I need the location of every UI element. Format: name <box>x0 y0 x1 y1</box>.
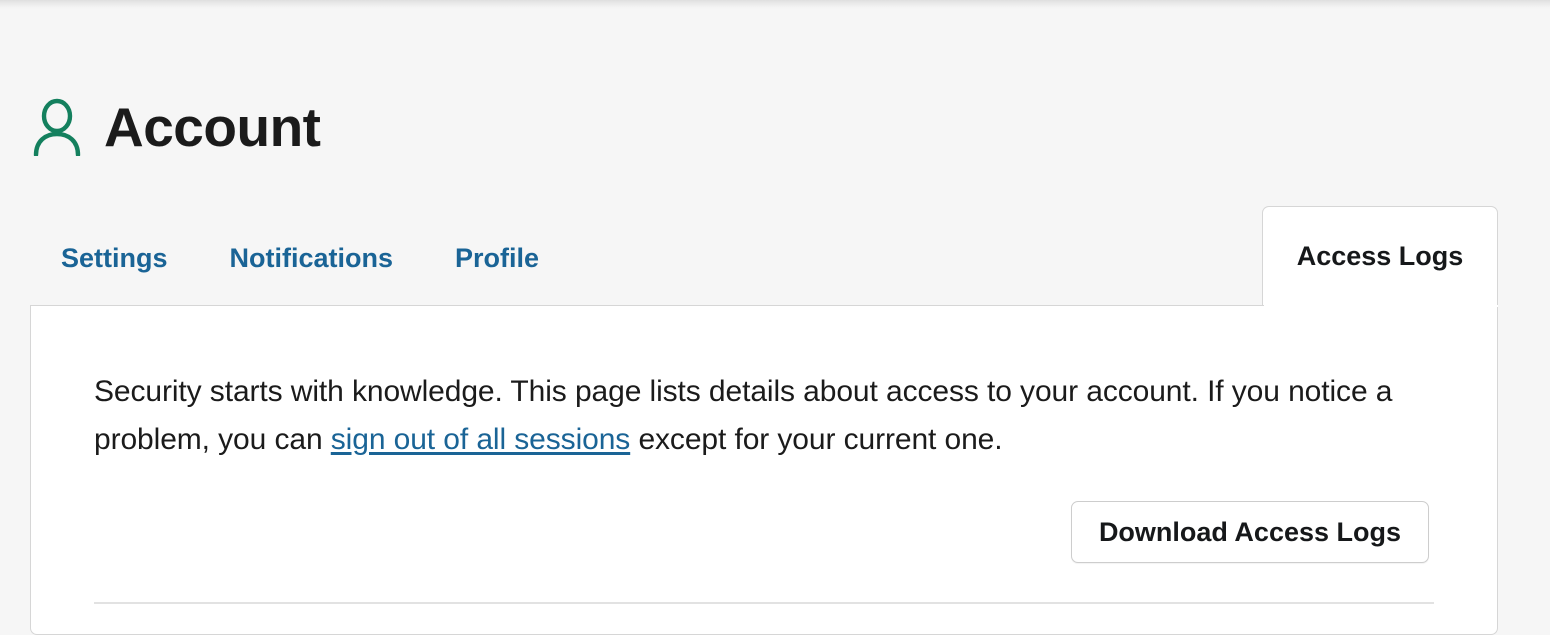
user-icon <box>32 98 82 156</box>
panel-divider <box>94 602 1434 604</box>
tab-list: Settings Notifications Profile <box>30 206 570 305</box>
tab-card-join <box>1264 305 1498 307</box>
tab-access-logs[interactable]: Access Logs <box>1262 206 1498 305</box>
panel-intro: Security starts with knowledge. This pag… <box>94 368 1434 464</box>
tab-bar: Settings Notifications Profile Access Lo… <box>0 206 1550 305</box>
access-logs-panel: Security starts with knowledge. This pag… <box>30 305 1498 635</box>
intro-text-after-link: except for your current one. <box>630 423 1002 456</box>
intro-paragraph: Security starts with knowledge. This pag… <box>94 368 1434 464</box>
window-top-shadow <box>0 0 1550 10</box>
page-header: Account <box>32 98 321 156</box>
tab-settings[interactable]: Settings <box>30 243 199 305</box>
download-access-logs-button[interactable]: Download Access Logs <box>1071 501 1429 563</box>
page-title: Account <box>104 98 321 156</box>
panel-actions: Download Access Logs <box>94 501 1429 563</box>
tab-profile[interactable]: Profile <box>424 243 570 305</box>
sign-out-all-sessions-link[interactable]: sign out of all sessions <box>331 423 630 456</box>
tab-notifications[interactable]: Notifications <box>199 243 425 305</box>
